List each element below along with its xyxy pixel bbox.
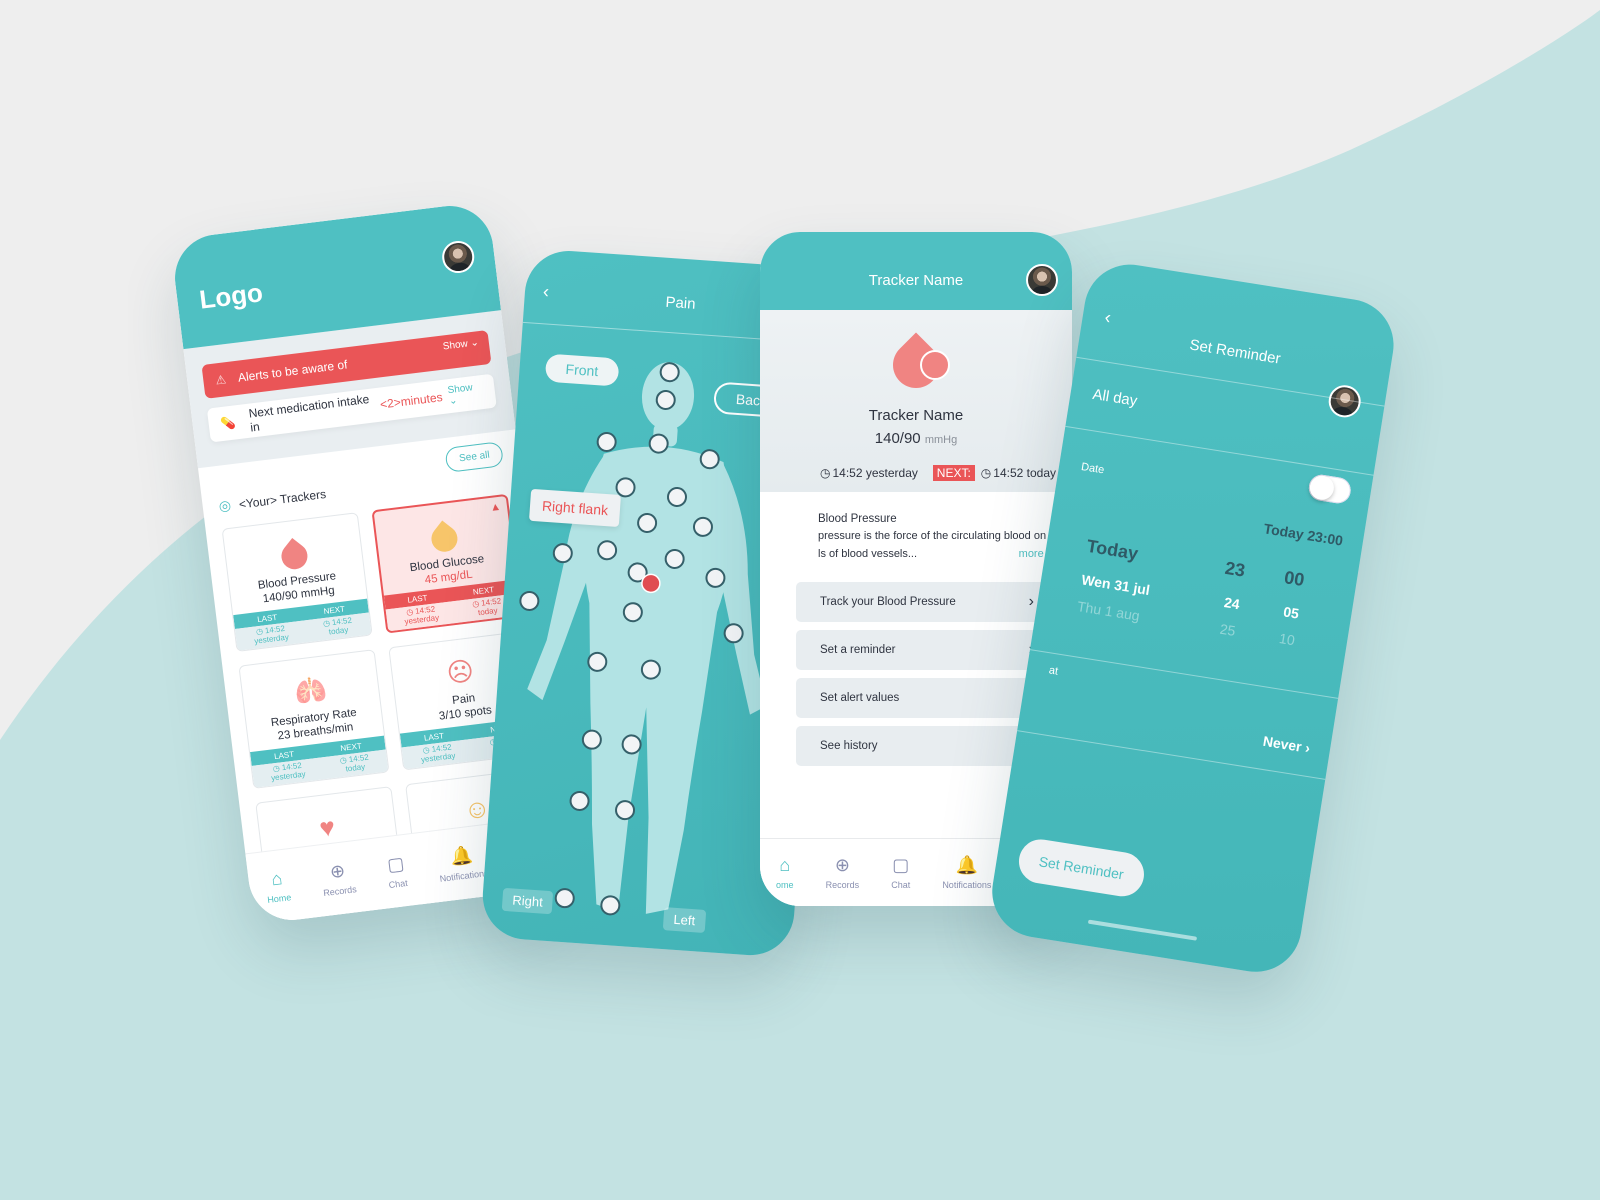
- action-item[interactable]: Set alert values›: [796, 677, 1050, 718]
- description-title: Blood Pressure: [818, 513, 897, 525]
- pain-spot[interactable]: [519, 590, 540, 611]
- date-time-picker[interactable]: Today 23 00 Wen 31 jul 24 05 Thu 1 aug 25 10: [1076, 529, 1307, 650]
- tab-chat[interactable]: ▢ Chat: [891, 855, 910, 890]
- medication-show-button[interactable]: Show ⌄: [447, 381, 484, 407]
- tracker-card[interactable]: Blood Glucose 45 mg/dLLASTNEXT 14:52yest…: [371, 493, 523, 634]
- warning-icon: ⚠: [214, 372, 228, 388]
- alerts-show-button[interactable]: Show ⌄: [442, 337, 479, 352]
- tab-records[interactable]: ⊕ Records: [320, 859, 357, 898]
- pain-spot[interactable]: [655, 389, 676, 410]
- pain-spot[interactable]: [596, 431, 617, 452]
- description-line: pressure is the force of the circulating…: [818, 530, 1047, 543]
- tracker-card[interactable]: 🫁 Respiratory Rate 23 breaths/min LAST NEX…: [238, 649, 390, 789]
- repeat-value[interactable]: Never ›: [1262, 733, 1311, 756]
- tab-notifications[interactable]: 🔔 Notifications: [942, 855, 991, 890]
- app-logo: Logo: [197, 277, 265, 315]
- avatar[interactable]: [440, 239, 477, 275]
- tracker-value: 140/90: [874, 430, 921, 447]
- gauge-icon: [920, 350, 950, 380]
- action-item[interactable]: Set a reminder›: [796, 629, 1050, 670]
- tracker-description: Blood Pressure pressure is the force of …: [760, 492, 1072, 574]
- tracker-name: Tracker Name: [868, 407, 964, 424]
- right-side-label: Right: [501, 887, 554, 915]
- plus-circle-icon: ⊕: [834, 855, 850, 875]
- pain-spot[interactable]: [622, 602, 643, 623]
- tracker-unit: mmHg: [924, 434, 958, 446]
- divider: [1029, 649, 1339, 699]
- medication-text: Next medication intake in: [247, 391, 371, 435]
- tracker-summary: Tracker Name 140/90 mmHg 14:52 yesterday…: [760, 310, 1072, 492]
- pain-spot[interactable]: [666, 486, 687, 507]
- tab-chat[interactable]: ▢ Chat: [385, 853, 408, 890]
- tab-home[interactable]: ⌂ Home: [264, 867, 292, 905]
- date-label: Date: [1080, 460, 1106, 477]
- pain-spot[interactable]: [581, 729, 602, 750]
- pain-spot[interactable]: [692, 516, 713, 537]
- pain-spot[interactable]: [554, 888, 575, 909]
- plus-circle-icon: ⊕: [328, 860, 347, 883]
- pain-spot[interactable]: [723, 623, 744, 644]
- pain-spot[interactable]: [552, 543, 573, 564]
- tab-ome[interactable]: ⌂ ome: [776, 855, 794, 890]
- pain-spot[interactable]: [600, 895, 621, 916]
- pain-spot[interactable]: [569, 790, 590, 811]
- action-item[interactable]: Track your Blood Pressure ›: [796, 581, 1050, 622]
- pain-spot[interactable]: [640, 659, 661, 680]
- description-line: ls of blood vessels...: [818, 547, 918, 560]
- pain-spot[interactable]: [621, 734, 642, 755]
- pain-spot[interactable]: [615, 477, 636, 498]
- trackers-title: <Your> Trackers: [238, 486, 327, 512]
- chat-icon: ▢: [892, 855, 910, 875]
- chevron-down-icon: ⌄: [469, 337, 480, 350]
- alerts-text: Alerts to be aware of: [237, 357, 349, 385]
- chat-icon: ▢: [386, 853, 406, 876]
- chevron-right-icon: ›: [1028, 592, 1034, 610]
- last-time: 14:52 yesterday: [820, 466, 917, 480]
- pain-spot[interactable]: [699, 449, 720, 470]
- home-icon: ⌂: [779, 855, 791, 875]
- pain-spot[interactable]: [659, 362, 680, 383]
- tab-notifications[interactable]: 🔔 Notifications: [436, 843, 489, 884]
- pain-spot[interactable]: [705, 567, 726, 588]
- all-day-label: All day: [1091, 385, 1139, 410]
- target-icon: ◎: [217, 496, 232, 514]
- pain-spot-selected[interactable]: [641, 573, 661, 594]
- tab-records[interactable]: ⊕ Records: [826, 855, 860, 890]
- chevron-down-icon: ⌄: [448, 395, 459, 408]
- bell-icon: 🔔: [449, 844, 474, 868]
- warning-icon: ▲: [489, 500, 502, 514]
- left-side-label: Left: [662, 907, 706, 933]
- bell-icon: 🔔: [955, 855, 979, 875]
- selected-spot-tooltip: Right flank: [528, 488, 622, 528]
- screen-title: Set Reminder: [1188, 336, 1282, 368]
- pain-spot[interactable]: [587, 651, 608, 672]
- pain-spot[interactable]: [664, 548, 685, 569]
- pain-spot[interactable]: [637, 512, 658, 533]
- chevron-right-icon: ›: [1304, 739, 1312, 757]
- next-time: 14:52 today: [981, 466, 1056, 480]
- date-value[interactable]: Today 23:00: [1263, 520, 1344, 548]
- home-icon: ⌂: [270, 868, 284, 890]
- pain-spot[interactable]: [648, 433, 669, 454]
- pain-spot[interactable]: [597, 540, 618, 561]
- front-view-button[interactable]: Front: [544, 353, 620, 387]
- next-badge: NEXT:: [932, 465, 975, 481]
- medication-minutes: <2>minutes: [379, 390, 444, 412]
- pill-icon: 💊: [219, 415, 237, 432]
- all-day-toggle[interactable]: [1307, 472, 1353, 506]
- divider: [1065, 425, 1374, 476]
- set-reminder-button[interactable]: Set Reminder: [1015, 836, 1147, 900]
- repeat-label: at: [1048, 664, 1059, 678]
- pain-spot[interactable]: [615, 800, 636, 821]
- tracker-card[interactable]: Blood Pressure 140/90 mmHgLASTNEXT 14:52…: [221, 512, 373, 652]
- avatar[interactable]: [1026, 264, 1058, 296]
- home-indicator: [1087, 919, 1198, 941]
